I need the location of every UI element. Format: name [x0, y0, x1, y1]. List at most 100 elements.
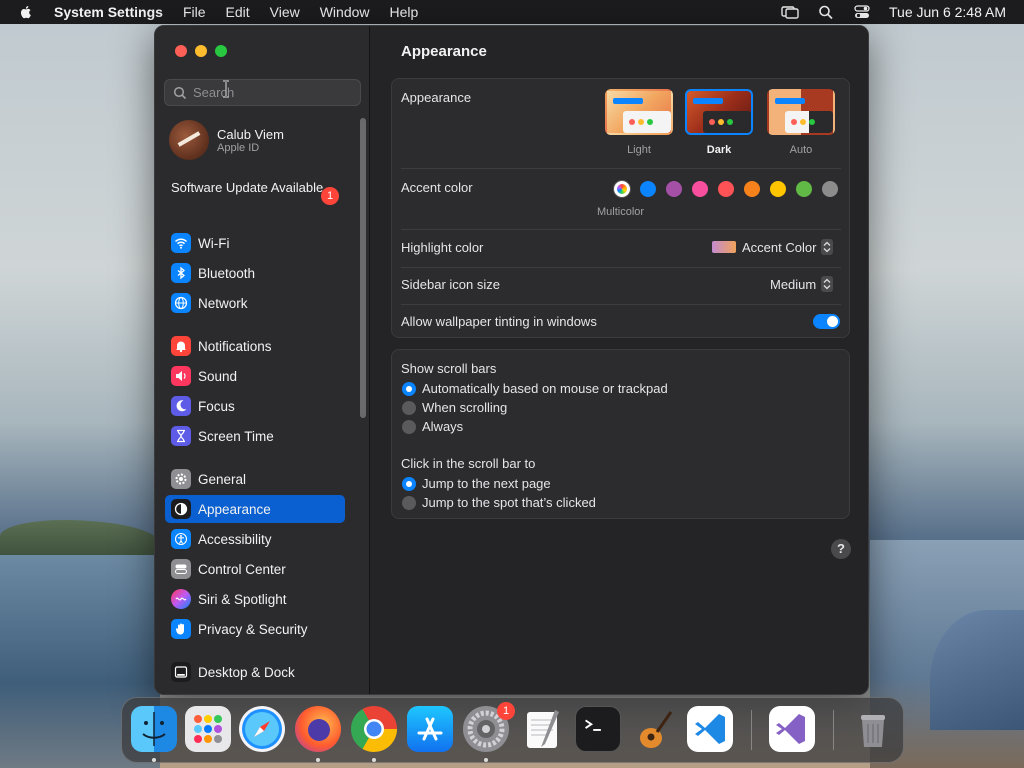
sidebar-item-label: Desktop & Dock — [198, 664, 295, 680]
accent-blue-swatch[interactable] — [640, 181, 656, 197]
theme-label: Auto — [789, 144, 813, 156]
theme-option-auto[interactable]: Auto — [765, 89, 837, 156]
auto-theme-thumbnail — [767, 89, 835, 135]
scroll-bars-automatic-radio[interactable]: Automatically based on mouse or trackpad — [402, 381, 668, 396]
dock-separator — [751, 710, 752, 750]
highlight-color-popup[interactable]: Accent Color — [712, 239, 834, 255]
sidebar-item-network[interactable]: Network — [165, 289, 345, 317]
sidebar-item-general[interactable]: General — [165, 465, 345, 493]
sidebar-item-bluetooth[interactable]: Bluetooth — [165, 259, 345, 287]
radio-label: When scrolling — [422, 400, 508, 415]
safari-icon[interactable] — [239, 706, 285, 752]
highlight-color-label: Highlight color — [401, 240, 484, 255]
sidebar-item-screen-time[interactable]: Screen Time — [165, 422, 345, 450]
sidebar-item-label: Focus — [198, 398, 235, 414]
apple-id-profile[interactable]: Calub Viem Apple ID — [169, 120, 284, 160]
minimize-window-button[interactable] — [195, 45, 207, 57]
control-center-icon[interactable] — [853, 4, 871, 20]
appearance-label: Appearance — [401, 90, 472, 105]
accent-yellow-swatch[interactable] — [770, 181, 786, 197]
chrome-icon[interactable] — [351, 706, 397, 752]
accent-orange-swatch[interactable] — [744, 181, 760, 197]
close-window-button[interactable] — [175, 45, 187, 57]
help-button[interactable]: ? — [831, 539, 851, 559]
highlight-color-value: Accent Color — [742, 239, 817, 255]
sidebar-item-privacy-security[interactable]: Privacy & Security — [165, 615, 345, 643]
menu-view[interactable]: View — [270, 4, 300, 20]
software-update-item[interactable]: Software Update Available — [171, 180, 341, 196]
theme-option-dark[interactable]: Dark — [683, 89, 755, 156]
divider — [401, 267, 841, 268]
update-badge: 1 — [321, 187, 339, 205]
sidebar-icon-size-popup[interactable]: Medium — [770, 276, 834, 292]
menu-bar: System Settings File Edit View Window He… — [0, 0, 1024, 24]
radio-button[interactable] — [402, 419, 416, 434]
garageband-icon[interactable] — [631, 706, 677, 752]
visual-studio-icon[interactable] — [769, 706, 815, 752]
app-store-icon[interactable] — [407, 706, 453, 752]
sidebar-item-accessibility[interactable]: Accessibility — [165, 525, 345, 553]
accent-purple-swatch[interactable] — [666, 181, 682, 197]
menu-file[interactable]: File — [183, 4, 206, 20]
sidebar-item-focus[interactable]: Focus — [165, 392, 345, 420]
terminal-icon[interactable] — [575, 706, 621, 752]
accent-pink-swatch[interactable] — [692, 181, 708, 197]
radio-button[interactable] — [402, 400, 416, 415]
sidebar-item-control-center[interactable]: Control Center — [165, 555, 345, 583]
finder-icon[interactable] — [131, 706, 177, 752]
jump-to-spot-radio[interactable]: Jump to the spot that’s clicked — [402, 495, 596, 510]
vscode-icon[interactable] — [687, 706, 733, 752]
gear-icon — [171, 469, 191, 489]
sidebar-item-notifications[interactable]: Notifications — [165, 332, 345, 360]
sidebar-scrollbar[interactable] — [360, 118, 366, 418]
theme-label: Light — [627, 144, 651, 156]
sidebar-search[interactable] — [164, 79, 361, 106]
sidebar-item-label: Siri & Spotlight — [198, 591, 287, 607]
sidebar-item-label: Notifications — [198, 338, 272, 354]
scroll-bars-always-radio[interactable]: Always — [402, 419, 463, 434]
sidebar-item-appearance[interactable]: Appearance — [165, 495, 345, 523]
siri-icon — [171, 589, 191, 609]
radio-button[interactable] — [402, 476, 416, 491]
menu-edit[interactable]: Edit — [226, 4, 250, 20]
radio-button[interactable] — [402, 381, 416, 396]
spotlight-search-icon[interactable] — [817, 4, 835, 20]
screen-mirroring-icon[interactable] — [781, 4, 799, 20]
accent-graphite-swatch[interactable] — [822, 181, 838, 197]
chevron-updown-icon — [821, 276, 834, 292]
trash-icon[interactable] — [850, 706, 896, 752]
sidebar-item-wifi[interactable]: Wi-Fi — [165, 229, 345, 257]
sidebar-item-sound[interactable]: Sound — [165, 362, 345, 390]
radio-label: Automatically based on mouse or trackpad — [422, 381, 668, 396]
textedit-icon[interactable] — [519, 706, 565, 752]
launchpad-icon[interactable] — [185, 706, 231, 752]
dock-separator — [833, 710, 834, 750]
menu-help[interactable]: Help — [390, 4, 419, 20]
click-scroll-bar-label: Click in the scroll bar to — [401, 456, 536, 471]
moon-icon — [171, 396, 191, 416]
firefox-icon[interactable] — [295, 706, 341, 752]
sidebar-item-desktop-dock[interactable]: Desktop & Dock — [165, 658, 345, 686]
radio-button[interactable] — [402, 495, 416, 510]
sidebar-item-siri-spotlight[interactable]: Siri & Spotlight — [165, 585, 345, 613]
accent-red-swatch[interactable] — [718, 181, 734, 197]
page-title: Appearance — [401, 43, 487, 60]
light-theme-thumbnail — [605, 89, 673, 135]
sidebar-item-label: Wi-Fi — [198, 235, 230, 251]
apple-logo-icon[interactable] — [18, 4, 34, 20]
menu-window[interactable]: Window — [320, 4, 370, 20]
accent-multicolor-swatch[interactable] — [614, 181, 630, 197]
menu-clock[interactable]: Tue Jun 6 2:48 AM — [889, 4, 1006, 20]
zoom-window-button[interactable] — [215, 45, 227, 57]
theme-option-light[interactable]: Light — [603, 89, 675, 156]
accent-green-swatch[interactable] — [796, 181, 812, 197]
scroll-bars-when-scrolling-radio[interactable]: When scrolling — [402, 400, 507, 415]
globe-icon — [171, 293, 191, 313]
highlight-swatch — [712, 241, 736, 253]
wallpaper-tinting-toggle[interactable] — [813, 314, 840, 329]
settings-badge: 1 — [497, 702, 515, 720]
search-input[interactable] — [193, 85, 353, 100]
wifi-icon — [171, 233, 191, 253]
menu-app-name[interactable]: System Settings — [54, 4, 163, 20]
jump-next-page-radio[interactable]: Jump to the next page — [402, 476, 551, 491]
